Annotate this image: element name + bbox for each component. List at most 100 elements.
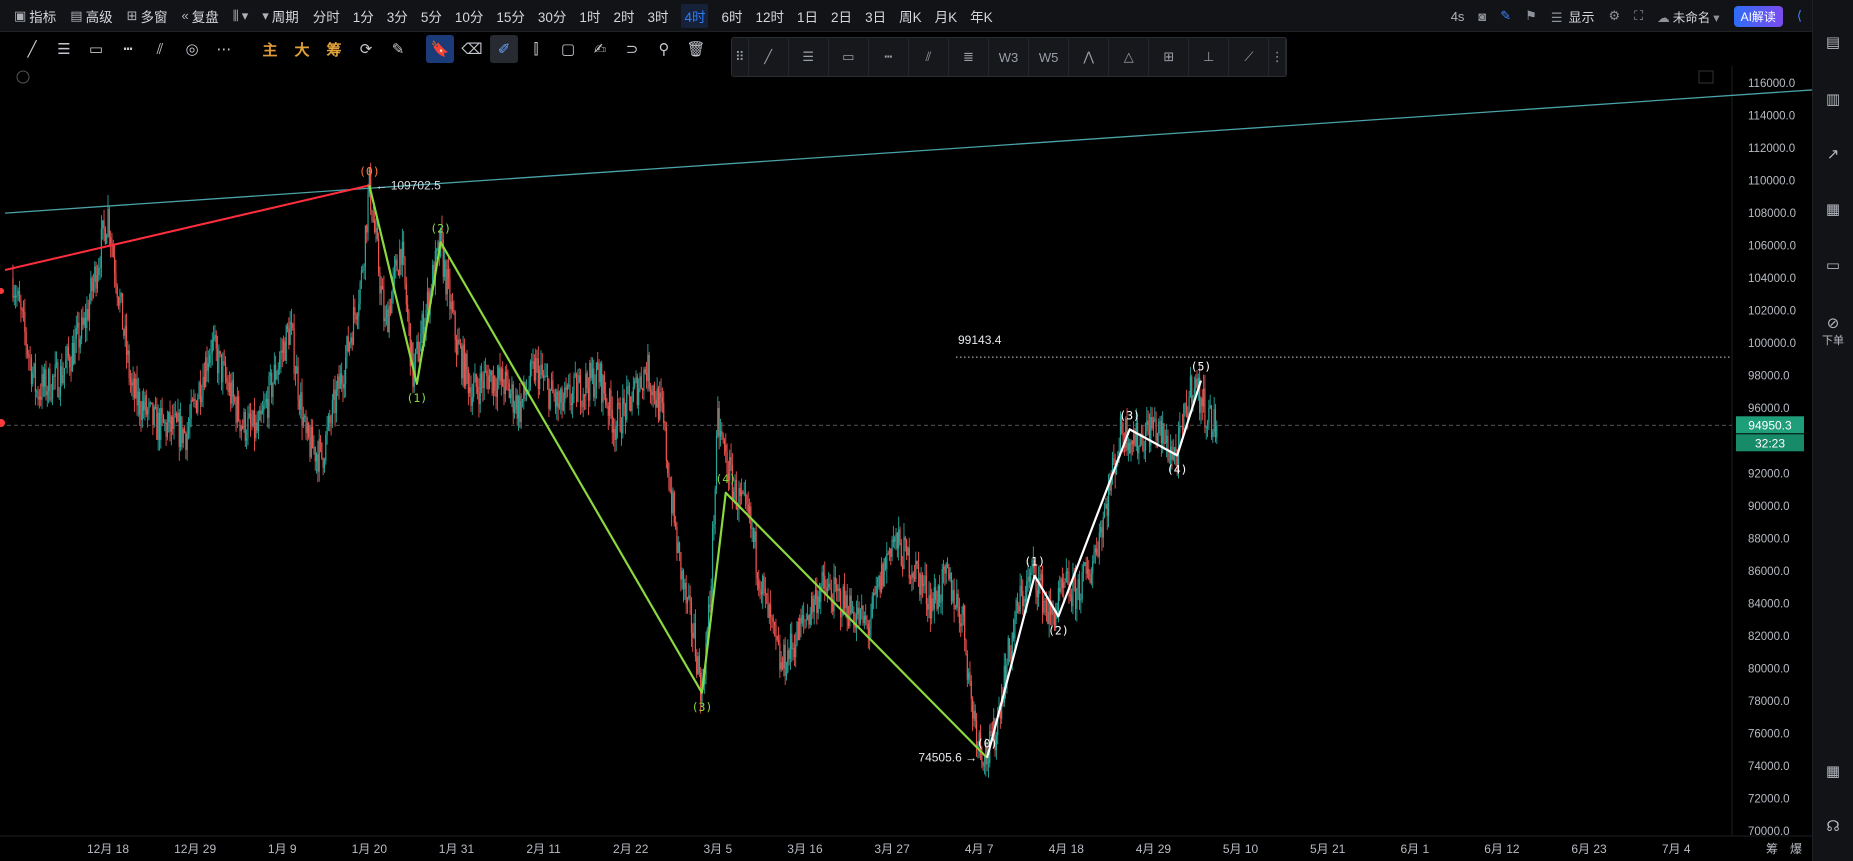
flag-icon[interactable]: ⚑ (1525, 8, 1537, 24)
topbar-复盘-button[interactable]: «复盘 (182, 6, 219, 26)
period-分时[interactable]: 分时 (313, 6, 340, 26)
period-30分[interactable]: 30分 (538, 6, 567, 26)
period-2日[interactable]: 2日 (831, 6, 852, 26)
sidebar-order[interactable]: ⊘ 下单 (1813, 314, 1853, 348)
x-tick-label: 6月 1 (1400, 842, 1429, 856)
indicator-toggle-筹[interactable]: 筹 (320, 35, 348, 63)
candle-body (560, 388, 562, 403)
candle-body (1148, 424, 1151, 446)
settings-icon[interactable]: ⚙ (1609, 8, 1621, 24)
wave-white[interactable] (986, 380, 1203, 759)
candle-body (205, 357, 207, 388)
bookmark-tool[interactable]: 🔖 (426, 35, 454, 63)
rectangle-tool[interactable]: ▭ (82, 35, 110, 63)
period-10分[interactable]: 10分 (455, 6, 484, 26)
candle-body (880, 564, 883, 592)
topbar-chart-type-button[interactable]: ⫼ ▾ (233, 8, 249, 24)
wave-label: (0) (977, 737, 998, 751)
display-button[interactable]: ☰ 显示 (1551, 7, 1595, 26)
topbar-item-label: 多窗 (140, 9, 168, 25)
candle-body (550, 380, 553, 389)
ruler-tool[interactable]: ┅ (114, 35, 142, 63)
candle-body (54, 364, 56, 377)
indicator-toggle-主[interactable]: 主 (256, 35, 284, 63)
channel-trend-line[interactable] (4, 83, 1812, 214)
trash-tool[interactable]: 🗑 (682, 35, 710, 63)
pen-tool[interactable]: ✎ (384, 35, 412, 63)
period-3日[interactable]: 3日 (865, 6, 886, 26)
indicator-toggle-大[interactable]: 大 (288, 35, 316, 63)
layout-name-dropdown[interactable]: ☁ 未命名 ▾ (1657, 7, 1719, 26)
candle-body (1134, 434, 1136, 447)
candle-body (306, 423, 308, 434)
sidebar-chart-box[interactable]: ▦ (1813, 200, 1853, 218)
candle-body (488, 375, 491, 390)
note-tool[interactable]: ✍ (586, 35, 614, 63)
filter-tool[interactable]: ⚲ (650, 35, 678, 63)
ai-analysis-button[interactable]: AI解读 (1733, 5, 1783, 27)
candle-body (48, 369, 50, 392)
fullscreen-icon[interactable]: ⛶ (1634, 8, 1643, 24)
sidebar-depth[interactable]: ▭ (1813, 256, 1853, 274)
fib-tool[interactable]: ⫽ (146, 35, 174, 63)
brush-tool[interactable]: ✐ (490, 35, 518, 63)
sidebar-headset[interactable]: ☊ (1813, 817, 1853, 835)
candle-body (480, 373, 483, 382)
topbar-多窗-button[interactable]: ⊞ 多窗 (127, 6, 168, 26)
clipboard-tool[interactable]: ▢ (554, 35, 582, 63)
period-年K[interactable]: 年K (970, 6, 993, 26)
fib-levels-icon: ≣ (963, 49, 974, 64)
candle-body (1081, 572, 1083, 600)
candle-body (552, 380, 554, 394)
y-tick-label: 106000.0 (1748, 241, 1796, 253)
period-1分[interactable]: 1分 (353, 6, 374, 26)
period-3时[interactable]: 3时 (647, 6, 668, 26)
camera-icon[interactable]: ◙ (1478, 9, 1486, 24)
cycle-tool[interactable]: ⟳ (352, 35, 380, 63)
period-月K[interactable]: 月K (935, 6, 958, 26)
edit-icon[interactable]: ✎ (1500, 8, 1511, 24)
horizontal-lines-tool[interactable]: ☰ (50, 35, 78, 63)
period-1时[interactable]: 1时 (579, 6, 600, 26)
candle-body (132, 378, 134, 386)
share-icon[interactable]: ⟨ (1797, 8, 1802, 24)
sidebar-bar-chart[interactable]: ▥ (1813, 90, 1853, 108)
period-4时[interactable]: 4时 (681, 3, 709, 28)
topbar-周期-button[interactable]: ▾ 周期 (262, 6, 299, 26)
collapse-toggle-icon[interactable] (16, 70, 30, 84)
alert-marker[interactable] (0, 288, 4, 294)
topbar-高级-button[interactable]: ▤ 高级 (70, 6, 112, 26)
period-1日[interactable]: 1日 (797, 6, 818, 26)
candle-body (899, 529, 901, 544)
bars-tool[interactable]: ⫿ (522, 35, 550, 63)
sidebar-trend[interactable]: ↗ (1813, 145, 1853, 163)
period-2时[interactable]: 2时 (613, 6, 634, 26)
candle-body (821, 572, 823, 586)
period-3分[interactable]: 3分 (387, 6, 408, 26)
period-12时[interactable]: 12时 (756, 6, 785, 26)
candle-body (239, 420, 241, 432)
price-chart[interactable]: 70000.0 72000.0 74000.0 76000.0 78000.0 80000… (0, 66, 1812, 861)
eraser-tool[interactable]: ⌫ (458, 35, 486, 63)
chart-corner-icon[interactable] (1698, 70, 1714, 84)
wave-green[interactable] (368, 185, 988, 759)
depth-icon: ▭ (1825, 257, 1841, 274)
spiral-tool[interactable]: ◎ (178, 35, 206, 63)
candle-body (453, 310, 455, 313)
sidebar-layout[interactable]: ▤ (1813, 33, 1853, 51)
period-15分[interactable]: 15分 (496, 6, 525, 26)
candle-body (1146, 420, 1148, 432)
candle-body (1191, 376, 1193, 404)
period-周K[interactable]: 周K (899, 6, 922, 26)
candle-body (1195, 378, 1197, 389)
magnet-tool[interactable]: ⊃ (618, 35, 646, 63)
topbar-指标-button[interactable]: ▣ 指标 (14, 6, 56, 26)
support-trend-line[interactable] (4, 184, 370, 271)
period-5分[interactable]: 5分 (421, 6, 442, 26)
period-6时[interactable]: 6时 (721, 6, 742, 26)
line-tool[interactable]: ╱ (18, 35, 46, 63)
alert-marker[interactable] (0, 419, 5, 427)
sidebar-panel[interactable]: ▦ (1813, 762, 1853, 780)
bookmark-icon: 🔖 (430, 41, 450, 58)
more-tool[interactable]: ⋯ (210, 35, 238, 63)
